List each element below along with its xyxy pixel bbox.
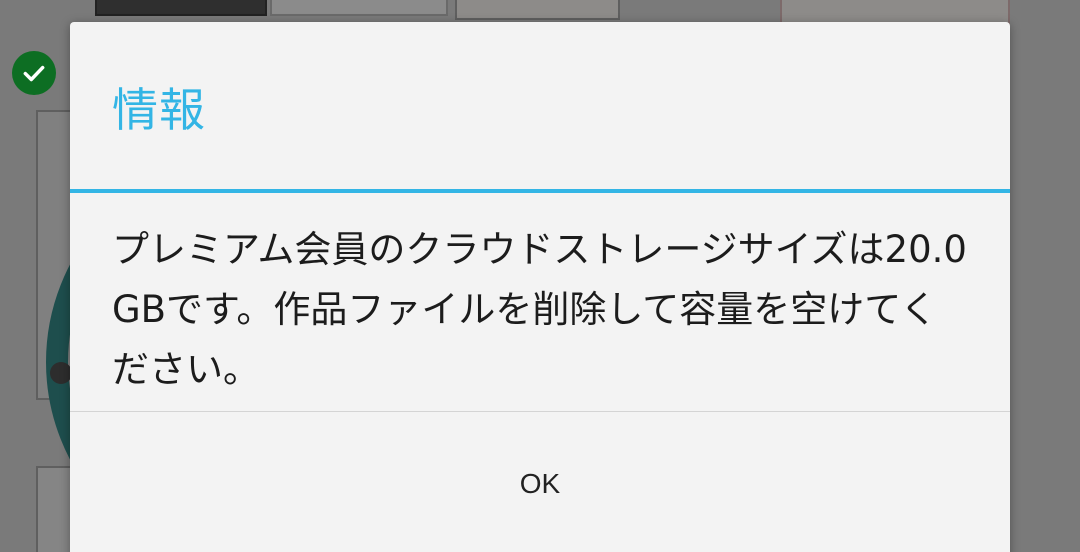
dialog-message: プレミアム会員のクラウドストレージサイズは20.0GBです。作品ファイルを削除し… <box>112 228 967 391</box>
artwork-thumbnail <box>270 0 448 16</box>
checkmark-icon <box>12 51 56 95</box>
dialog-title: 情報 <box>112 83 206 137</box>
info-dialog: 情報 プレミアム会員のクラウドストレージサイズは20.0GBです。作品ファイルを… <box>70 22 1010 552</box>
title-divider <box>70 189 1010 193</box>
ok-button[interactable]: OK <box>70 412 1010 552</box>
artwork-thumbnail <box>95 0 267 16</box>
artwork-thumbnail <box>455 0 620 20</box>
